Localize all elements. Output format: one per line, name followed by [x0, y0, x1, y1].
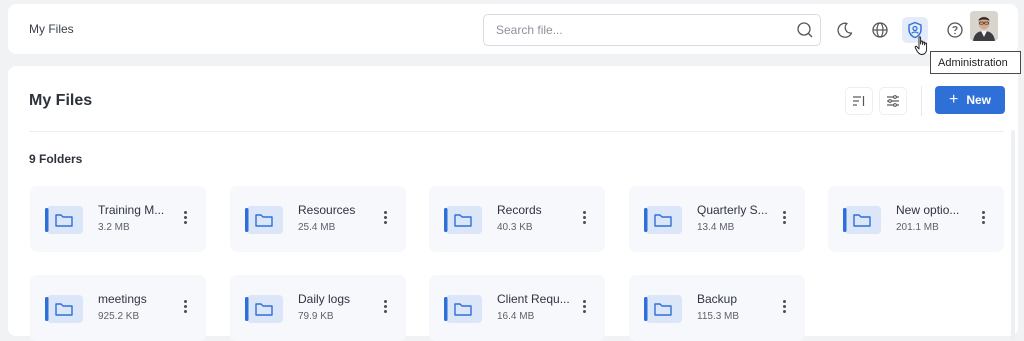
folder-card[interactable]: Records 40.3 KB [429, 186, 605, 252]
folder-card[interactable]: Training M... 3.2 MB [30, 186, 206, 252]
folder-card[interactable]: meetings 925.2 KB [30, 275, 206, 341]
tooltip: Administration [930, 51, 1021, 74]
folder-card[interactable]: Daily logs 79.9 KB [230, 275, 406, 341]
folder-name: Records [497, 203, 542, 217]
avatar[interactable] [970, 11, 998, 41]
filter-icon [887, 95, 899, 107]
more-options-icon[interactable] [382, 300, 388, 316]
divider [921, 86, 922, 116]
more-options-icon[interactable] [980, 211, 986, 227]
files-panel: My Files + New 9 Folders Training M... 3… [8, 66, 1018, 341]
search-icon[interactable] [796, 21, 814, 39]
folder-size: 40.3 KB [497, 222, 533, 233]
folder-icon [644, 206, 682, 234]
more-options-icon[interactable] [581, 211, 587, 227]
more-options-icon[interactable] [182, 300, 188, 316]
folder-name: Resources [298, 203, 356, 217]
more-options-icon[interactable] [382, 211, 388, 227]
folder-size: 13.4 MB [697, 222, 735, 233]
moon-icon[interactable] [834, 19, 856, 41]
filter-button[interactable] [879, 87, 907, 115]
folder-size: 3.2 MB [98, 222, 130, 233]
folder-size: 25.4 MB [298, 222, 336, 233]
folder-name: Daily logs [298, 292, 351, 306]
folder-name: meetings [98, 292, 147, 306]
breadcrumb[interactable]: My Files [29, 22, 74, 36]
more-options-icon[interactable] [781, 211, 787, 227]
folder-size: 925.2 KB [98, 311, 140, 322]
folder-card[interactable]: New optio... 201.1 MB [828, 186, 1004, 252]
hand-cursor-icon [914, 36, 930, 61]
folder-icon [444, 206, 482, 234]
page-title: My Files [29, 92, 93, 109]
folder-name: New optio... [896, 203, 960, 217]
top-bar: My Files [8, 4, 1018, 54]
folder-icon [444, 295, 482, 323]
folder-icon [45, 206, 83, 234]
more-options-icon[interactable] [182, 211, 188, 227]
search-input[interactable] [496, 22, 776, 38]
new-button-label: New [966, 93, 992, 107]
folder-icon [245, 206, 283, 234]
folder-name: Quarterly S... [697, 203, 768, 217]
folder-icon [45, 295, 83, 323]
folder-card[interactable]: Client Requ... 16.4 MB [429, 275, 605, 341]
more-options-icon[interactable] [781, 300, 787, 316]
folder-icon [843, 206, 881, 234]
scrollbar[interactable] [1011, 130, 1015, 340]
search-box[interactable] [483, 14, 821, 46]
divider [29, 131, 1004, 132]
folder-name: Training M... [98, 203, 165, 217]
folder-card[interactable]: Backup 115.3 MB [629, 275, 805, 341]
folder-size: 16.4 MB [497, 311, 535, 322]
help-icon[interactable] [944, 19, 966, 41]
folder-size: 115.3 MB [697, 311, 740, 322]
folder-count-label: 9 Folders [29, 152, 83, 166]
new-button[interactable]: + New [935, 86, 1005, 114]
folder-card[interactable]: Resources 25.4 MB [230, 186, 406, 252]
plus-icon: + [948, 91, 959, 108]
folder-name: Backup [697, 292, 738, 306]
sort-icon [853, 96, 865, 106]
folder-size: 79.9 KB [298, 311, 334, 322]
folder-icon [245, 295, 283, 323]
sort-button[interactable] [845, 87, 873, 115]
folder-icon [644, 295, 682, 323]
more-options-icon[interactable] [581, 300, 587, 316]
globe-icon[interactable] [869, 19, 891, 41]
folder-card[interactable]: Quarterly S... 13.4 MB [629, 186, 805, 252]
folder-name: Client Requ... [497, 292, 570, 306]
folder-size: 201.1 MB [896, 222, 939, 233]
